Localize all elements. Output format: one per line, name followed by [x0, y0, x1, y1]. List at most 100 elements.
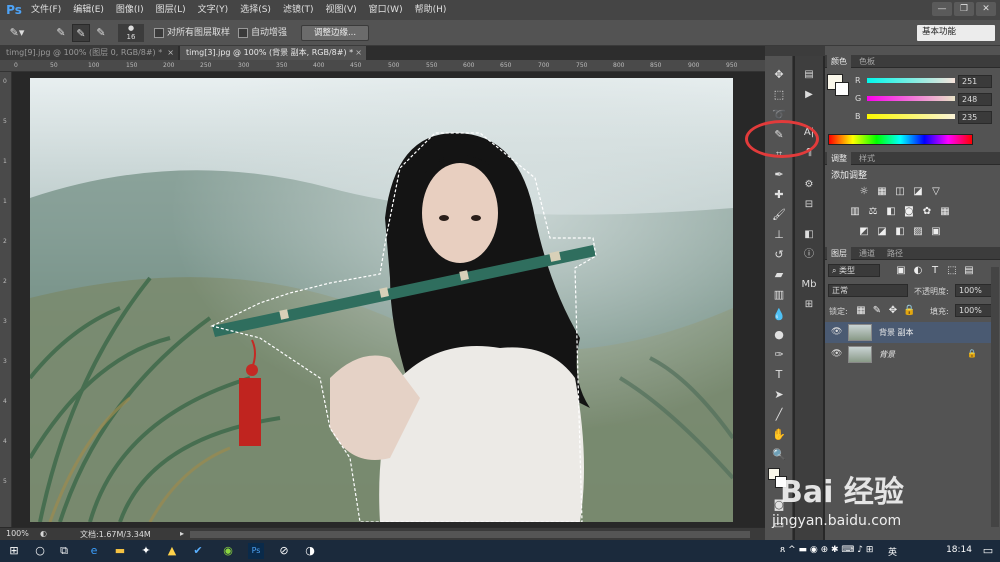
- filter-adjustment-icon[interactable]: ◐: [912, 265, 924, 277]
- g-value-field[interactable]: 248: [958, 93, 992, 106]
- levels-icon[interactable]: ▦: [876, 186, 888, 198]
- brightness-icon[interactable]: ☼: [858, 186, 870, 198]
- close-icon[interactable]: ×: [355, 46, 362, 60]
- menu-image[interactable]: 图像(I): [110, 0, 150, 20]
- tab-adjustments[interactable]: 调整: [827, 152, 851, 165]
- eyedropper-tool-icon[interactable]: ✒: [769, 166, 789, 184]
- layer-comps-icon[interactable]: ⊞: [799, 296, 819, 314]
- pen-tool-icon[interactable]: ✑: [769, 346, 789, 364]
- tab-styles[interactable]: 样式: [855, 152, 879, 165]
- quick-selection-preset-icon[interactable]: ✎▾: [8, 24, 26, 42]
- system-tray-icons[interactable]: ጸ ^ ▬ ◉ ⊕ ✱ ⌨ ♪ ⊞: [780, 545, 873, 555]
- filter-smart-icon[interactable]: ▤: [963, 265, 975, 277]
- tab-paths[interactable]: 路径: [883, 247, 907, 260]
- refine-edge-button[interactable]: 调整边缘...: [301, 25, 369, 41]
- lock-pixels-icon[interactable]: ✎: [871, 305, 883, 317]
- document-image[interactable]: [30, 78, 733, 522]
- vibrance-icon[interactable]: ▽: [930, 186, 942, 198]
- move-tool-icon[interactable]: ✥: [769, 66, 789, 84]
- eraser-tool-icon[interactable]: ▰: [769, 266, 789, 284]
- subtract-selection-icon[interactable]: ✎: [92, 24, 110, 42]
- horizontal-scrollbar[interactable]: [190, 531, 750, 538]
- exposure-icon[interactable]: ◪: [912, 186, 924, 198]
- app-icon[interactable]: ✦: [138, 543, 154, 559]
- photoshop-taskbar-icon[interactable]: Ps: [248, 543, 264, 559]
- layer-row-background-copy[interactable]: 👁 背景 副本: [825, 322, 993, 343]
- lock-transparent-icon[interactable]: ▦: [855, 305, 867, 317]
- status-menu-icon[interactable]: ▸: [180, 529, 184, 538]
- tab-timg3[interactable]: timg[3].jpg @ 100% (背景 副本, RGB/8#) * ×: [180, 46, 366, 60]
- tool-presets-icon[interactable]: ◧: [799, 226, 819, 244]
- r-value-field[interactable]: 251: [958, 75, 992, 88]
- sample-all-layers-checkbox[interactable]: [154, 28, 164, 38]
- minimize-button[interactable]: —: [932, 2, 952, 16]
- menu-filter[interactable]: 滤镜(T): [277, 0, 320, 20]
- marquee-tool-icon[interactable]: ⬚: [769, 86, 789, 104]
- menu-window[interactable]: 窗口(W): [363, 0, 409, 20]
- clock[interactable]: 18:14: [946, 545, 972, 555]
- workspace-select[interactable]: 基本功能: [917, 25, 995, 41]
- close-icon[interactable]: ×: [167, 46, 174, 60]
- actions-panel-icon[interactable]: ▶: [799, 86, 819, 104]
- file-explorer-icon[interactable]: ▬: [112, 543, 128, 559]
- layer-row-background[interactable]: 👁 背景 🔒: [825, 344, 993, 365]
- gradient-map-icon[interactable]: ▨: [912, 226, 924, 238]
- blend-mode-select[interactable]: 正常: [828, 284, 908, 297]
- tab-color[interactable]: 颜色: [827, 55, 851, 68]
- filter-pixel-icon[interactable]: ▣: [895, 265, 907, 277]
- add-to-selection-icon[interactable]: ✎: [72, 24, 90, 42]
- zoom-level[interactable]: 100%: [6, 529, 29, 538]
- lock-all-icon[interactable]: 🔒: [903, 305, 915, 317]
- channel-mixer-icon[interactable]: ✿: [921, 206, 933, 218]
- r-slider[interactable]: [867, 78, 955, 83]
- b-value-field[interactable]: 235: [958, 111, 992, 124]
- screen-mode-icon[interactable]: ▭: [769, 516, 789, 534]
- search-icon[interactable]: ○: [32, 543, 48, 559]
- color-bg-swatch[interactable]: [835, 82, 849, 96]
- history-panel-icon[interactable]: ▤: [799, 66, 819, 84]
- filter-shape-icon[interactable]: ⬚: [946, 265, 958, 277]
- menu-edit[interactable]: 编辑(E): [67, 0, 110, 20]
- ruler-horizontal[interactable]: 0 50 100 150 200 250 300 350 400 450 500…: [0, 60, 765, 72]
- fill-field[interactable]: 100%: [955, 304, 995, 317]
- lock-position-icon[interactable]: ✥: [887, 305, 899, 317]
- restore-button[interactable]: ❐: [954, 2, 974, 16]
- menu-help[interactable]: 帮助(H): [409, 0, 453, 20]
- color-spectrum-bar[interactable]: [828, 134, 973, 145]
- filter-type-icon[interactable]: T: [929, 265, 941, 277]
- tab-swatches[interactable]: 色板: [855, 55, 879, 68]
- opacity-field[interactable]: 100%: [955, 284, 995, 297]
- menu-view[interactable]: 视图(V): [319, 0, 362, 20]
- windows-start-icon[interactable]: ⊞: [6, 543, 22, 559]
- posterize-icon[interactable]: ◪: [876, 226, 888, 238]
- photo-filter-icon[interactable]: ◙: [903, 206, 915, 218]
- new-selection-icon[interactable]: ✎: [52, 24, 70, 42]
- edge-browser-icon[interactable]: e: [86, 543, 102, 559]
- ruler-vertical[interactable]: 0 5 1 1 2 2 3 3 4 4 5: [0, 72, 12, 527]
- app-icon[interactable]: ◑: [302, 543, 318, 559]
- close-button[interactable]: ✕: [976, 2, 996, 16]
- auto-enhance-checkbox[interactable]: [238, 28, 248, 38]
- b-slider[interactable]: [867, 114, 955, 119]
- dodge-tool-icon[interactable]: ●: [769, 326, 789, 344]
- info-panel-icon[interactable]: ⓘ: [799, 246, 819, 264]
- tab-timg9[interactable]: timg[9].jpg @ 100% (图层 0, RGB/8#) * ×: [0, 46, 178, 60]
- menu-file[interactable]: 文件(F): [25, 0, 67, 20]
- invert-icon[interactable]: ◩: [858, 226, 870, 238]
- hue-saturation-icon[interactable]: ▥: [849, 206, 861, 218]
- color-balance-icon[interactable]: ⚖: [867, 206, 879, 218]
- brush-size-picker[interactable]: ● 16: [118, 24, 144, 42]
- quick-mask-icon[interactable]: ◙: [769, 496, 789, 514]
- threshold-icon[interactable]: ◧: [894, 226, 906, 238]
- app-icon[interactable]: ⊘: [276, 543, 292, 559]
- visibility-eye-icon[interactable]: 👁: [831, 349, 842, 359]
- tab-layers[interactable]: 图层: [827, 247, 851, 260]
- selective-color-icon[interactable]: ▣: [930, 226, 942, 238]
- notification-icon[interactable]: ▭: [980, 543, 996, 559]
- tab-channels[interactable]: 通道: [855, 247, 879, 260]
- task-view-icon[interactable]: ⧉: [56, 543, 72, 559]
- path-selection-tool-icon[interactable]: ➤: [769, 386, 789, 404]
- blur-tool-icon[interactable]: 💧: [769, 306, 789, 324]
- layers-scrollbar[interactable]: [991, 267, 999, 527]
- layer-filter-select[interactable]: ⌕ 类型: [828, 264, 880, 277]
